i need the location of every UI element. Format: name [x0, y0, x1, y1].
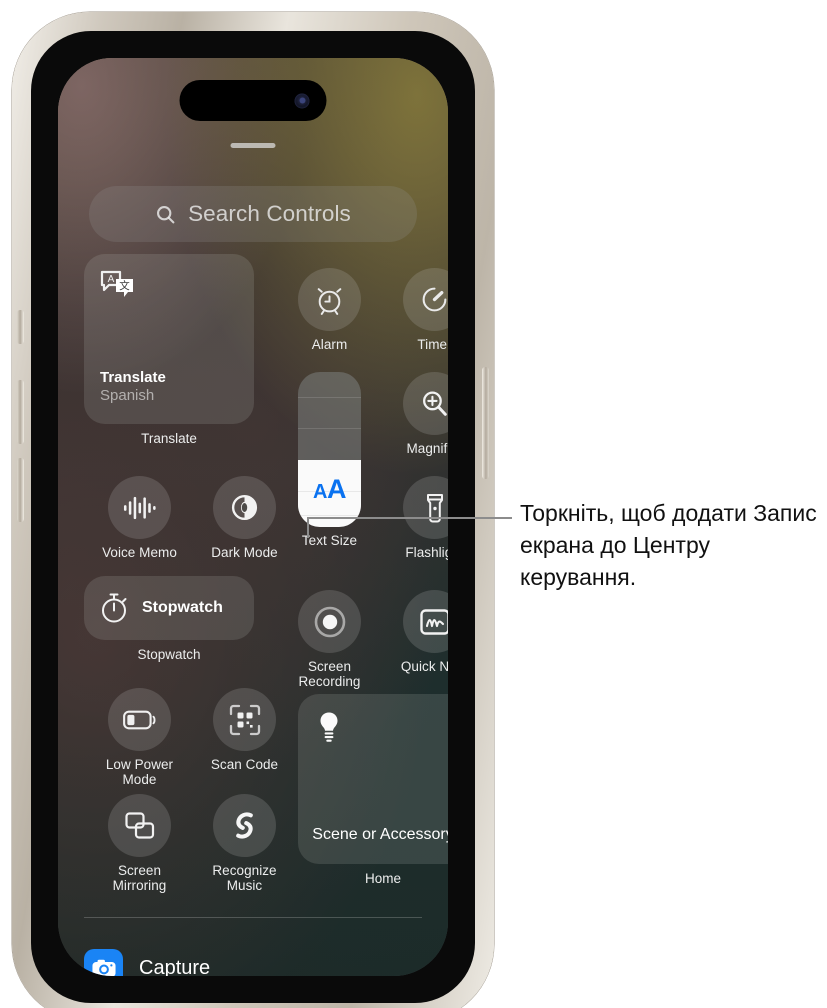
control-recognize-music[interactable]: Recognize Music — [212, 794, 286, 893]
alarm-clock-icon[interactable] — [298, 268, 361, 331]
capture-label: Capture — [139, 957, 211, 976]
control-voice-memo[interactable]: Voice Memo — [102, 476, 181, 561]
control-scan-code[interactable]: Scan Code — [211, 688, 286, 773]
aa-small: A — [313, 481, 327, 503]
control-quick-note[interactable]: Quick Note — [401, 590, 448, 675]
low-power-mode-label: Low Power Mode — [99, 757, 181, 787]
home-widget[interactable]: Scene or Accessory — [298, 694, 448, 864]
screen-recording-label-line1: Screen — [307, 659, 352, 674]
callout-leader-vertical — [307, 517, 309, 538]
section-divider — [84, 917, 422, 918]
quick-note-label: Quick Note — [400, 659, 448, 674]
callout-leader-horizontal — [307, 517, 512, 519]
waveform-icon[interactable] — [108, 476, 171, 539]
control-dark-mode[interactable]: Dark Mode — [211, 476, 286, 561]
text-size-slider[interactable]: AA — [298, 372, 361, 527]
screen-mirroring-label: Screen Mirroring — [99, 863, 181, 893]
screen-mirroring-label-line2: Mirroring — [112, 877, 167, 893]
control-translate[interactable]: A 文 Translate Spanish Translate — [84, 254, 254, 446]
translate-widget[interactable]: A 文 Translate Spanish — [84, 254, 254, 424]
action-button[interactable] — [17, 310, 24, 344]
volume-down-button[interactable] — [17, 458, 24, 522]
stopwatch-title: Stopwatch — [142, 599, 223, 616]
screen-mirroring-label-line1: Screen — [117, 863, 162, 878]
control-screen-recording[interactable]: Screen Recording — [298, 590, 371, 689]
dynamic-island — [179, 80, 327, 121]
search-icon — [155, 204, 176, 225]
flashlight-icon[interactable] — [403, 476, 448, 539]
text-size-label: Text Size — [301, 533, 358, 548]
control-text-size[interactable]: AA Text Size — [298, 372, 371, 549]
timer-icon[interactable] — [403, 268, 448, 331]
magnifier-label: Magnifier — [406, 441, 449, 456]
control-timer[interactable]: Timer — [403, 268, 448, 353]
dark-mode-label: Dark Mode — [211, 545, 278, 560]
screenshot-canvas: Search Controls A 文 Translate Spanish Tr… — [0, 0, 827, 1008]
screen-recording-label: Screen Recording — [289, 659, 371, 689]
translate-subtitle: Spanish — [100, 387, 155, 404]
phone-frame: Search Controls A 文 Translate Spanish Tr… — [12, 12, 494, 1008]
control-screen-mirroring[interactable]: Screen Mirroring — [108, 794, 181, 893]
capture-section-header: Capture — [84, 949, 210, 976]
qr-scan-icon[interactable] — [213, 688, 276, 751]
quick-note-icon[interactable] — [403, 590, 448, 653]
screen-recording-label-line2: Recording — [298, 673, 361, 689]
svg-text:文: 文 — [119, 279, 130, 292]
translate-icon: A 文 — [100, 270, 136, 300]
low-power-label-line2: Mode — [122, 771, 157, 787]
control-home[interactable]: Scene or Accessory Home — [298, 694, 448, 886]
translate-caption: Translate — [141, 431, 197, 446]
drag-handle[interactable] — [230, 143, 276, 148]
battery-icon[interactable] — [108, 688, 171, 751]
control-magnifier[interactable]: Magnifier — [403, 372, 448, 457]
search-input[interactable]: Search Controls — [89, 186, 417, 242]
svg-text:A: A — [108, 274, 115, 285]
volume-up-button[interactable] — [17, 380, 24, 444]
screen-mirroring-icon[interactable] — [108, 794, 171, 857]
callout-text: Торкніть, щоб додати Запис екрана до Цен… — [520, 500, 817, 590]
recognize-music-label-line2: Music — [226, 877, 263, 893]
home-widget-title: Scene or Accessory — [312, 826, 448, 843]
control-alarm[interactable]: Alarm — [298, 268, 371, 353]
translate-title: Translate — [100, 369, 166, 386]
front-camera-icon — [294, 93, 310, 108]
record-icon[interactable] — [298, 590, 361, 653]
recognize-music-label: Recognize Music — [204, 863, 286, 893]
control-stopwatch[interactable]: Stopwatch Stopwatch — [84, 576, 254, 662]
stopwatch-icon — [99, 592, 129, 624]
alarm-label: Alarm — [311, 337, 348, 352]
dark-mode-icon[interactable] — [213, 476, 276, 539]
timer-label: Timer — [417, 337, 448, 352]
magnifier-icon[interactable] — [403, 372, 448, 435]
low-power-label-line1: Low Power — [105, 757, 174, 772]
flashlight-label: Flashlight — [405, 545, 448, 560]
aa-icon: AA — [298, 474, 361, 505]
camera-icon — [84, 949, 123, 976]
stopwatch-widget[interactable]: Stopwatch — [84, 576, 254, 640]
home-caption: Home — [364, 871, 401, 886]
aa-large: A — [326, 474, 347, 504]
voice-memo-label: Voice Memo — [102, 545, 177, 560]
lightbulb-icon — [317, 711, 341, 745]
shazam-icon[interactable] — [213, 794, 276, 857]
recognize-music-label-line1: Recognize — [212, 863, 277, 878]
power-button[interactable] — [482, 367, 489, 479]
scan-code-label: Scan Code — [210, 757, 279, 772]
control-low-power-mode[interactable]: Low Power Mode — [106, 688, 181, 787]
stopwatch-caption: Stopwatch — [137, 647, 201, 662]
search-placeholder: Search Controls — [188, 201, 351, 226]
